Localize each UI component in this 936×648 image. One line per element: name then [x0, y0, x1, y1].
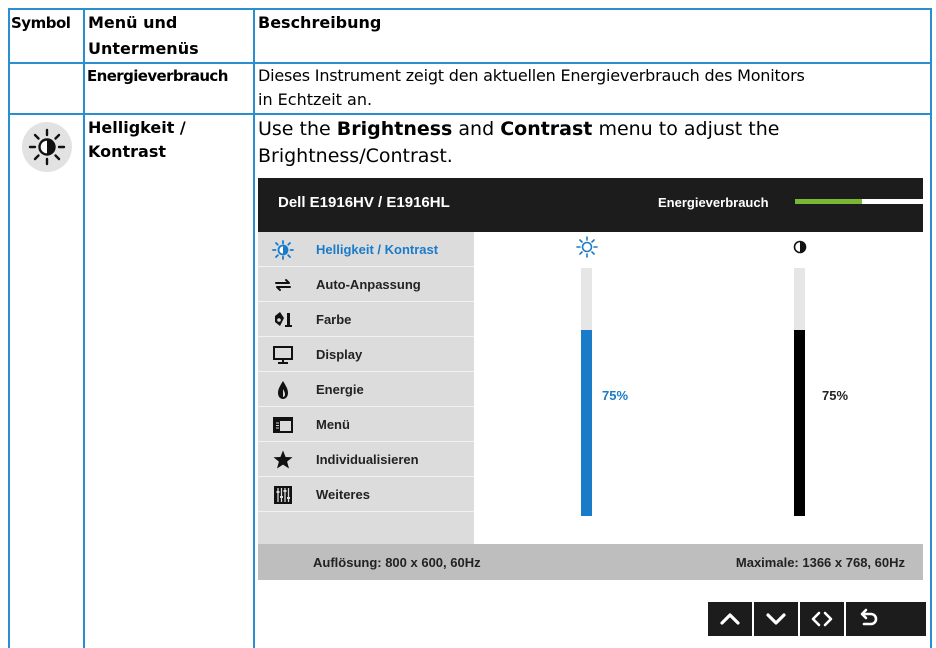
others-icon [274, 486, 292, 504]
osd-title: Dell E1916HV / E1916HL [278, 194, 450, 211]
contrast-value: 75% [822, 388, 849, 403]
header-symbol: Symbol [11, 14, 71, 32]
up-button[interactable] [708, 602, 752, 636]
row-divider-1 [8, 62, 932, 64]
brightness-description-line1: Use the Brightness and Contrast menu to … [258, 116, 779, 142]
desc-bold-contrast: Contrast [500, 118, 593, 140]
row-divider-2 [8, 113, 932, 115]
energy-menu-label: Energieverbrauch [87, 67, 228, 85]
brightness-value: 75% [602, 388, 629, 403]
osd-menu-label: Farbe [316, 312, 352, 327]
osd-energy-fill [795, 199, 862, 204]
osd-adjust-panel: 75% 75% [474, 232, 923, 544]
osd-menu-item-personalize[interactable]: Individualisieren [258, 442, 474, 477]
table-border-right [930, 8, 932, 648]
down-arrow-icon [766, 613, 786, 625]
brightness-slider[interactable] [581, 268, 592, 516]
col-divider-1 [83, 8, 85, 648]
desc-text-2: and [452, 118, 501, 140]
desc-text-1: Use the [258, 118, 337, 140]
osd-menu-item-menu[interactable]: Menü [258, 407, 474, 442]
header-description: Beschreibung [258, 13, 382, 32]
osd-menu-label: Weiteres [316, 487, 370, 502]
osd-energy-label: Energieverbrauch [658, 195, 769, 210]
osd-menu-label: Auto-Anpassung [316, 277, 421, 292]
osd-menu-item-color[interactable]: Farbe [258, 302, 474, 337]
up-arrow-icon [720, 613, 740, 625]
sun-icon [576, 236, 598, 258]
brightness-menu-line2: Kontrast [88, 142, 167, 161]
brightness-description-line2: Brightness/Contrast. [258, 145, 453, 167]
header-menu-line1: Menü und [88, 13, 178, 32]
select-button[interactable] [800, 602, 844, 636]
back-button[interactable] [846, 602, 926, 636]
osd-screen: Dell E1916HV / E1916HL Energieverbrauch … [258, 178, 923, 580]
back-icon [860, 608, 878, 626]
auto-adjust-icon [275, 279, 291, 291]
desc-text-3: menu to adjust the [592, 118, 780, 140]
osd-menu-label: Helligkeit / Kontrast [316, 242, 439, 257]
osd-menu-label: Menü [316, 417, 350, 432]
header-menu-line2: Untermenüs [88, 39, 199, 58]
brightness-slider-fill [581, 330, 592, 516]
max-resolution-text: Maximale: 1366 x 768, 60Hz [735, 555, 905, 570]
display-icon [273, 346, 293, 364]
osd-menu-label: Individualisieren [316, 452, 419, 467]
color-icon [275, 312, 292, 327]
contrast-slider[interactable] [794, 268, 805, 516]
osd-menu-item-brightness[interactable]: Helligkeit / Kontrast [258, 232, 474, 267]
brightness-symbol [22, 122, 72, 172]
left-right-icon [811, 611, 833, 627]
brightness-icon [28, 128, 66, 166]
energy-description-line2: in Echtzeit an. [258, 90, 373, 109]
osd-menu-item-auto-adjust[interactable]: Auto-Anpassung [258, 267, 474, 302]
osd-menu-item-display[interactable]: Display [258, 337, 474, 372]
osd-menu-label: Energie [316, 382, 364, 397]
osd-menu-item-energy[interactable]: Energie [258, 372, 474, 407]
star-icon [273, 450, 293, 469]
brightness-menu-line1: Helligkeit / [88, 118, 186, 137]
osd-header: Dell E1916HV / E1916HL Energieverbrauch [258, 178, 923, 232]
down-button[interactable] [754, 602, 798, 636]
osd-menu-item-others[interactable]: Weiteres [258, 477, 474, 512]
desc-bold-brightness: Brightness [336, 118, 453, 140]
energy-icon [278, 381, 288, 399]
table-border-top [8, 8, 932, 10]
contrast-slider-fill [794, 330, 805, 516]
contrast-icon [793, 240, 807, 254]
osd-menu: Helligkeit / Kontrast Auto-Anpassung Far… [258, 232, 474, 544]
brightness-icon [272, 240, 294, 260]
osd-energy-meter [795, 199, 923, 204]
menu-icon [273, 417, 293, 433]
energy-description-line1: Dieses Instrument zeigt den aktuellen En… [258, 66, 805, 85]
col-divider-2 [253, 8, 255, 648]
resolution-text: Auflösung: 800 x 600, 60Hz [313, 555, 481, 570]
osd-menu-label: Display [316, 347, 363, 362]
osd-status-bar: Auflösung: 800 x 600, 60Hz Maximale: 136… [258, 544, 923, 580]
table-border-left [8, 8, 10, 648]
